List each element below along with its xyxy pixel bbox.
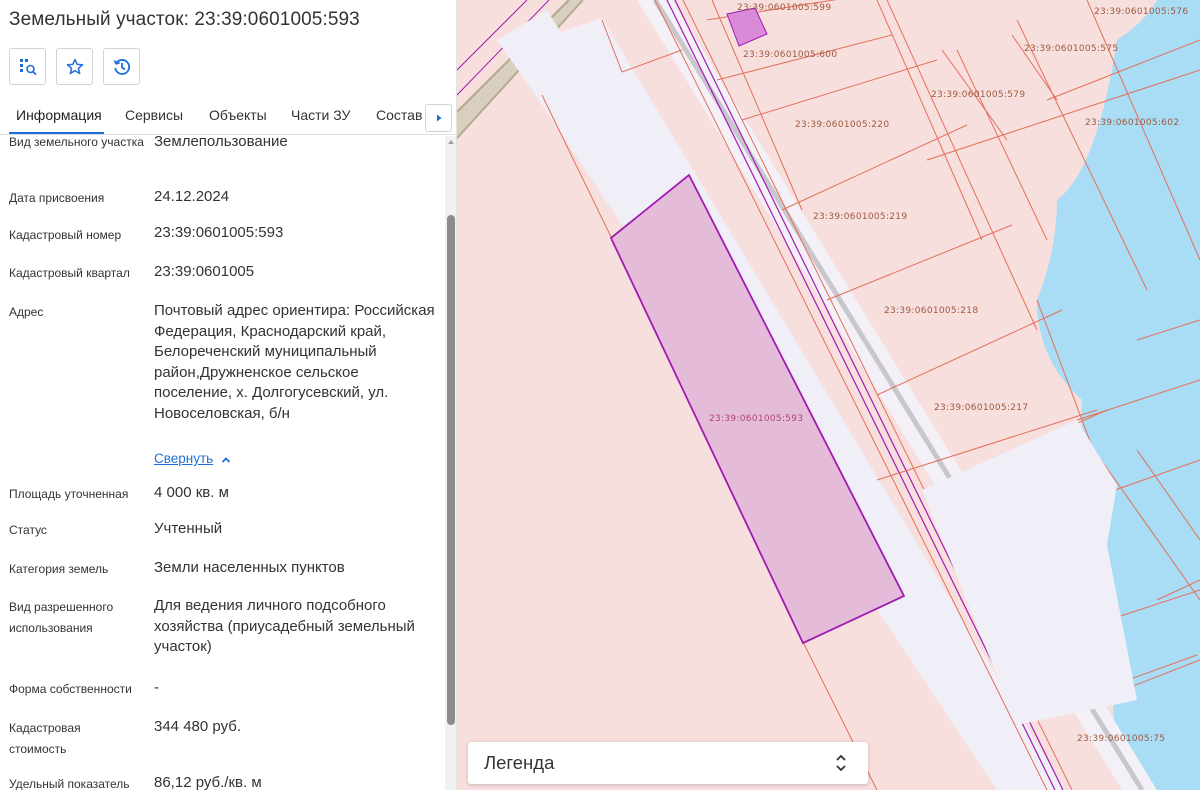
locate-on-map-button[interactable] [9,48,46,85]
parcel-label: 23:39:0601005:599 [737,3,831,13]
field-value: 23:39:0601005 [154,263,255,280]
field-label: Статус [9,523,47,537]
star-icon [66,58,83,74]
selected-parcel-label: 23:39:0601005:593 [709,414,803,424]
parcel-label: 23:39:0601005:220 [795,120,889,130]
field-label: Кадастровая стоимость [9,721,81,756]
chevron-up-down-icon[interactable] [834,752,848,774]
field-label: Кадастровый квартал [9,266,130,280]
field-label: Кадастровый номер [9,228,122,242]
field-value: 4 000 кв. м [154,484,229,501]
legend-dropdown[interactable]: Легенда [468,742,868,784]
field-label: Удельный показатель [9,777,130,790]
field-label: Адрес [9,305,44,319]
field-label: Площадь уточненная [9,487,129,501]
tab-parts[interactable]: Части ЗУ [291,107,350,123]
parcel-label: 23:39:0601005:575 [1024,44,1118,54]
info-panel: Земельный участок: 23:39:0601005:593 Инф… [0,0,457,790]
field-value: Земли населенных пунктов [154,559,345,576]
field-value: Учтенный [154,520,223,537]
tabs-scroll-right-button[interactable] [425,104,452,132]
field-value: Почтовый адрес ориентира: Российская Фед… [154,302,435,422]
scroll-up-arrow-icon[interactable] [448,140,454,144]
tab-composition[interactable]: Состав [376,107,422,123]
collapse-link[interactable]: Свернуть [154,451,213,466]
favorite-button[interactable] [56,48,93,85]
field-label: Форма собственности [9,682,132,696]
info-list: Вид земельного участка Землепользование … [0,136,445,790]
legend-label: Легенда [484,752,555,773]
locate-on-map-icon [19,58,37,75]
map-canvas[interactable]: 23:39:0601005:599 23:39:0601005:576 23:3… [457,0,1200,790]
field-value: - [154,679,159,696]
field-value: 24.12.2024 [154,188,230,205]
parcel-label: 23:39:0601005:602 [1085,118,1179,128]
tab-bar: Информация Сервисы Объекты Части ЗУ Сост… [0,98,456,135]
field-value: 86,12 руб./кв. м [154,774,262,790]
chevron-right-icon [436,114,441,122]
field-label: Вид земельного участка [9,136,144,149]
field-value: 344 480 руб. [154,718,241,735]
page-title: Земельный участок: 23:39:0601005:593 [9,9,360,30]
parcel-label: 23:39:0601005:219 [813,212,907,222]
tab-objects[interactable]: Объекты [209,107,267,123]
parcel-label: 23:39:0601005:218 [884,306,978,316]
parcel-label: 23:39:0601005:576 [1094,7,1188,17]
field-label: Дата присвоения [9,191,105,205]
tab-services[interactable]: Сервисы [125,107,183,123]
field-label: Вид разрешенного использования [9,600,114,635]
field-value: Для ведения личного подсобного хозяйства… [154,597,415,655]
parcel-label: 23:39:0601005:75 [1077,734,1165,744]
toolbar [9,48,140,85]
scrollbar-thumb[interactable] [447,215,455,725]
tab-info[interactable]: Информация [16,107,102,123]
parcel-label: 23:39:0601005:579 [931,90,1025,100]
field-value: 23:39:0601005:593 [154,224,284,241]
history-icon [113,58,130,75]
chevron-up-icon[interactable] [220,454,232,466]
parcel-label: 23:39:0601005:600 [743,50,837,60]
map-view[interactable]: 23:39:0601005:599 23:39:0601005:576 23:3… [457,0,1200,790]
field-value: Землепользование [154,136,288,150]
history-button[interactable] [103,48,140,85]
parcel-label: 23:39:0601005:217 [934,403,1028,413]
active-tab-indicator [9,132,104,134]
field-label: Категория земель [9,562,109,576]
